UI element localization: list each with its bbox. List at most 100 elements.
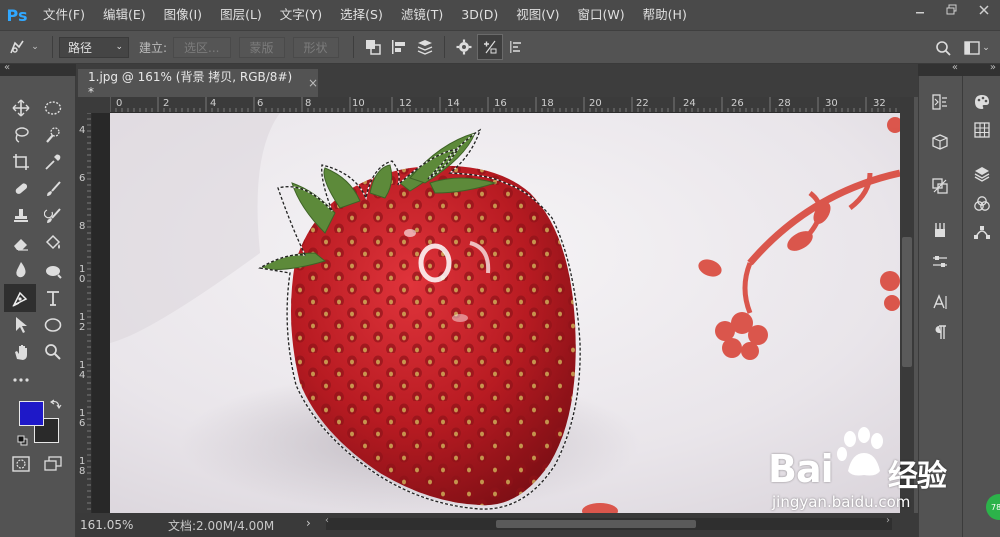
clone-source-icon[interactable] bbox=[924, 172, 956, 200]
baidu-watermark: Bai 经验 jingyan.baidu.com bbox=[768, 425, 958, 525]
character-panel-icon[interactable] bbox=[924, 288, 956, 316]
screen-mode-icon[interactable] bbox=[38, 452, 68, 476]
horizontal-ruler[interactable]: 0 2 4 6 8 10 12 14 16 18 20 22 24 26 28 … bbox=[110, 97, 900, 113]
history-panel-icon[interactable] bbox=[924, 88, 956, 116]
quick-selection-icon[interactable] bbox=[38, 123, 68, 147]
path-arrangement-icon[interactable] bbox=[412, 34, 438, 60]
pen-mode-select[interactable]: 路径 ⌄ bbox=[59, 36, 129, 58]
divider bbox=[443, 36, 445, 58]
path-operations-icon[interactable] bbox=[360, 34, 386, 60]
auto-add-delete-icon[interactable] bbox=[476, 34, 503, 60]
zoom-level[interactable]: 161.05% bbox=[76, 518, 138, 532]
quick-mask-icon[interactable] bbox=[6, 452, 36, 476]
ruler-h-label: 4 bbox=[210, 98, 217, 109]
ruler-v-label: 1 6 bbox=[79, 408, 86, 429]
menu-file[interactable]: 文件(F) bbox=[34, 0, 94, 30]
expand-panels-icon[interactable]: » bbox=[990, 62, 996, 73]
paths-panel-icon[interactable] bbox=[966, 218, 998, 246]
menu-filter[interactable]: 滤镜(T) bbox=[392, 0, 452, 30]
menu-type[interactable]: 文字(Y) bbox=[271, 0, 331, 30]
path-alignment-icon[interactable] bbox=[386, 34, 412, 60]
default-colors-icon[interactable] bbox=[17, 435, 28, 446]
watermark-brand-cn: 经验 bbox=[888, 459, 947, 494]
ellipse-tool-icon[interactable] bbox=[38, 313, 68, 337]
search-icon[interactable] bbox=[930, 35, 956, 61]
elliptical-marquee-icon[interactable] bbox=[38, 96, 68, 120]
ruler-corner bbox=[76, 97, 110, 113]
3d-panel-icon[interactable] bbox=[924, 128, 956, 156]
paint-bucket-icon[interactable] bbox=[38, 231, 68, 255]
zoom-tool-icon[interactable] bbox=[38, 340, 68, 364]
menu-3d[interactable]: 3D(D) bbox=[452, 0, 507, 30]
ruler-h-label: 24 bbox=[683, 98, 696, 109]
crop-tool-icon[interactable] bbox=[6, 150, 36, 174]
brush-settings-icon[interactable] bbox=[924, 216, 956, 244]
menu-layer[interactable]: 图层(L) bbox=[211, 0, 271, 30]
history-brush-icon[interactable] bbox=[38, 204, 68, 228]
clone-stamp-icon[interactable] bbox=[6, 204, 36, 228]
ruler-h-label: 32 bbox=[873, 98, 886, 109]
ruler-v-label: 1 4 bbox=[79, 360, 86, 381]
scroll-left-icon[interactable]: ‹ bbox=[325, 515, 329, 526]
align-edges-icon[interactable] bbox=[503, 34, 529, 60]
brush-tool-icon[interactable] bbox=[38, 177, 68, 201]
pen-tool-icon[interactable] bbox=[4, 284, 36, 312]
menu-view[interactable]: 视图(V) bbox=[507, 0, 568, 30]
eraser-tool-icon[interactable] bbox=[6, 231, 36, 255]
foreground-color-swatch[interactable] bbox=[19, 401, 44, 426]
chevron-down-icon: ⌄ bbox=[115, 42, 123, 52]
dodge-tool-icon[interactable] bbox=[38, 258, 68, 282]
menu-window[interactable]: 窗口(W) bbox=[569, 0, 634, 30]
paragraph-panel-icon[interactable] bbox=[924, 318, 956, 346]
minimize-icon[interactable] bbox=[904, 0, 936, 20]
adjustments-sliders-icon[interactable] bbox=[924, 248, 956, 276]
horizontal-scroll-thumb[interactable] bbox=[496, 520, 696, 528]
channels-panel-icon[interactable] bbox=[966, 190, 998, 218]
collapse-left-icon[interactable]: « bbox=[4, 62, 10, 73]
restore-icon[interactable] bbox=[936, 0, 968, 20]
ruler-v-label: 6 bbox=[79, 173, 86, 184]
spot-healing-brush-icon[interactable] bbox=[6, 177, 36, 201]
menu-edit[interactable]: 编辑(E) bbox=[94, 0, 155, 30]
more-tools-icon[interactable] bbox=[6, 368, 36, 392]
chevron-down-icon: ⌄ bbox=[982, 43, 990, 53]
options-right: ⌄ bbox=[930, 35, 994, 61]
lasso-tool-icon[interactable] bbox=[6, 123, 36, 147]
panel-header-2: » bbox=[962, 62, 1000, 76]
ruler-h-label: 30 bbox=[825, 98, 838, 109]
make-mask-button[interactable]: 蒙版 bbox=[238, 36, 285, 58]
move-tool-icon[interactable] bbox=[6, 96, 36, 120]
vertical-scroll-thumb[interactable] bbox=[902, 237, 912, 367]
swatches-panel-icon[interactable] bbox=[966, 116, 998, 144]
blur-tool-icon[interactable] bbox=[6, 258, 36, 282]
status-menu-arrow[interactable]: › bbox=[306, 516, 311, 530]
ruler-v-label: 1 8 bbox=[79, 456, 86, 477]
eyedropper-icon[interactable] bbox=[38, 150, 68, 174]
gear-icon[interactable] bbox=[451, 34, 477, 60]
vertical-ruler[interactable]: 4 6 8 1 0 1 2 1 4 1 6 1 8 bbox=[76, 113, 92, 513]
watermark-url: jingyan.baidu.com bbox=[772, 493, 911, 511]
make-shape-button[interactable]: 形状 bbox=[292, 36, 339, 58]
menu-image[interactable]: 图像(I) bbox=[155, 0, 211, 30]
menu-select[interactable]: 选择(S) bbox=[331, 0, 392, 30]
close-window-icon[interactable] bbox=[968, 0, 1000, 20]
ruler-h-label: 14 bbox=[447, 98, 460, 109]
ruler-h-label: 28 bbox=[778, 98, 791, 109]
document-tab[interactable]: 1.jpg @ 161% (背景 拷贝, RGB/8#) * × bbox=[78, 69, 318, 99]
menu-bar: Ps 文件(F) 编辑(E) 图像(I) 图层(L) 文字(Y) 选择(S) 滤… bbox=[0, 0, 1000, 30]
path-selection-icon[interactable] bbox=[6, 313, 36, 337]
hand-tool-icon[interactable] bbox=[6, 340, 36, 364]
type-tool-icon[interactable] bbox=[38, 286, 68, 310]
menu-help[interactable]: 帮助(H) bbox=[634, 0, 696, 30]
color-panel-icon[interactable] bbox=[966, 88, 998, 116]
make-selection-button[interactable]: 选区... bbox=[173, 36, 231, 58]
pen-mode-value: 路径 bbox=[68, 40, 93, 55]
close-tab-icon[interactable]: × bbox=[308, 76, 318, 90]
tool-preset-picker[interactable]: ⌄ bbox=[0, 37, 46, 57]
layers-panel-icon[interactable] bbox=[966, 160, 998, 188]
collapse-right-icon[interactable]: « bbox=[952, 62, 958, 73]
paw-logo-icon bbox=[837, 427, 883, 476]
workspace-icon[interactable]: ⌄ bbox=[960, 35, 994, 61]
swap-colors-icon[interactable] bbox=[50, 398, 62, 410]
divider bbox=[352, 36, 354, 58]
